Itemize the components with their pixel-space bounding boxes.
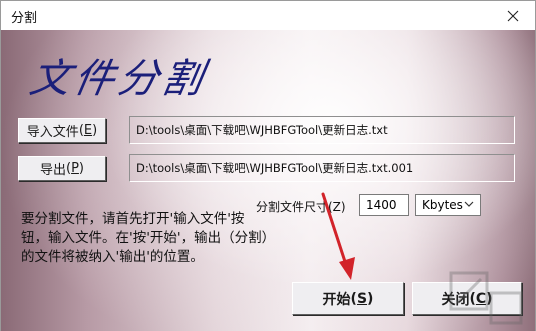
export-button-shortcut: (P) xyxy=(66,161,84,176)
chevron-down-icon xyxy=(464,201,474,207)
export-path-field[interactable]: D:\tools\桌面\下载吧\WJHBFGTool\更新日志.txt.001 xyxy=(129,154,515,182)
start-button-shortcut: (S) xyxy=(350,290,374,307)
size-unit-select[interactable]: Kbytes xyxy=(415,194,481,216)
instructions-text: 要分割文件，请首先打开'输入文件'按钮，输入文件。在'按'开始'，输出（分割）的… xyxy=(21,211,269,265)
title-bar[interactable]: 分割 xyxy=(1,1,535,30)
page-title: 文件分割 xyxy=(26,56,211,102)
size-unit-value: Kbytes xyxy=(422,198,463,212)
window-title: 分割 xyxy=(11,11,38,26)
start-button[interactable]: 开始 (S) xyxy=(292,282,404,315)
start-button-label: 开始 xyxy=(322,291,351,308)
close-window-button[interactable] xyxy=(491,1,535,30)
export-button-label: 导出 xyxy=(39,163,66,178)
import-file-button-shortcut: (E) xyxy=(78,123,98,138)
close-icon xyxy=(507,10,519,21)
watermark-logo xyxy=(449,271,523,325)
split-dialog-window: 分割 文件分割 导入文件 (E) D:\tools\桌面\下载吧\WJHBFGTo… xyxy=(0,0,536,331)
import-file-button-label: 导入文件 xyxy=(26,125,79,140)
export-button[interactable]: 导出 (P) xyxy=(18,156,106,181)
dialog-body: 文件分割 导入文件 (E) D:\tools\桌面\下载吧\WJHBFGTool\… xyxy=(1,30,535,331)
import-file-button[interactable]: 导入文件 (E) xyxy=(18,118,106,143)
import-path-field[interactable]: D:\tools\桌面\下载吧\WJHBFGTool\更新日志.txt xyxy=(129,116,515,144)
split-size-input[interactable]: 1400 xyxy=(359,194,409,216)
